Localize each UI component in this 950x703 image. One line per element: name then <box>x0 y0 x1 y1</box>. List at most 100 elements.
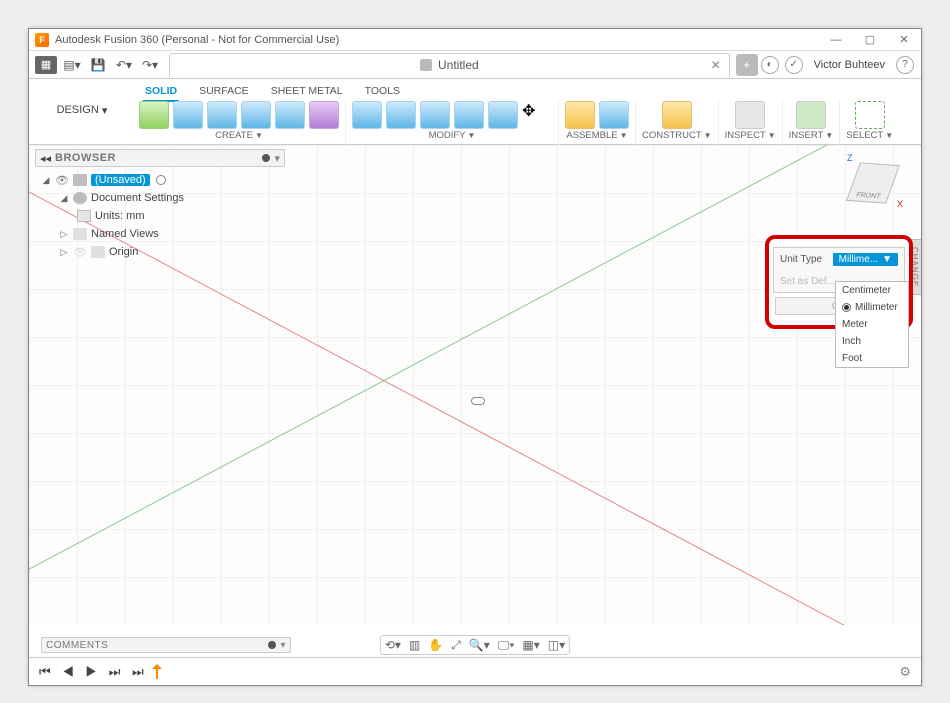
view-cube-face[interactable]: FRONT <box>846 162 900 203</box>
fit-icon[interactable]: 🔍▾ <box>469 638 490 652</box>
tab-surface[interactable]: SURFACE <box>197 83 251 102</box>
grid-settings-icon[interactable]: ▦▾ <box>522 638 539 652</box>
option-millimeter[interactable]: Millimeter <box>836 299 908 316</box>
revolve-icon[interactable] <box>241 101 271 129</box>
redo-icon[interactable]: ↷▾ <box>139 54 161 76</box>
look-at-icon[interactable]: ▥ <box>409 638 420 652</box>
orbit-icon[interactable]: ⟲▾ <box>385 638 401 652</box>
group-inspect-label[interactable]: INSPECT▼ <box>725 130 776 141</box>
tree-root-label: (Unsaved) <box>91 174 150 186</box>
tab-tools[interactable]: TOOLS <box>363 83 402 102</box>
shell-icon[interactable] <box>420 101 450 129</box>
new-sketch-icon[interactable] <box>139 101 169 129</box>
user-name[interactable]: Victor Buhteev <box>806 59 893 71</box>
browser-title: BROWSER <box>55 152 116 164</box>
timeline-marker[interactable] <box>156 665 158 679</box>
comments-options-icon[interactable] <box>268 641 276 649</box>
tree-root[interactable]: ◢ 👁 (Unsaved) <box>37 171 283 189</box>
display-settings-icon[interactable]: 🖵▾ <box>498 638 515 653</box>
expand-icon[interactable]: ◢ <box>41 175 51 186</box>
minimize-button[interactable]: — <box>819 29 853 51</box>
move-icon[interactable]: ✥ <box>522 101 552 129</box>
comments-close-icon[interactable]: ▾ <box>280 640 286 651</box>
new-tab-button[interactable]: + <box>736 54 758 76</box>
workspace-label: DESIGN <box>57 104 99 116</box>
group-assemble-label[interactable]: ASSEMBLE▼ <box>566 130 627 141</box>
set-default-label: Set as Def... <box>780 276 835 287</box>
group-inspect: INSPECT▼ <box>719 101 783 145</box>
browser-tree: ◢ 👁 (Unsaved) ◢ Document Settings Units:… <box>35 167 285 265</box>
unit-type-dropdown[interactable]: Millime...▼ <box>833 253 898 266</box>
page-icon <box>77 210 91 222</box>
tree-document-settings[interactable]: ◢ Document Settings <box>37 189 283 207</box>
zoom-icon[interactable]: ⤢ <box>451 638 461 653</box>
browser-close-icon[interactable]: ▾ <box>274 152 280 165</box>
document-tab[interactable]: Untitled ✕ <box>169 53 730 77</box>
view-cube[interactable]: Z FRONT X <box>843 153 903 213</box>
ribbon-body: CREATE▼ ✥ MODIFY▼ ASSEMBLE▼ <box>133 101 917 144</box>
viewports-icon[interactable]: ◫▾ <box>548 638 565 652</box>
workspace-switcher[interactable]: DESIGN ▾ <box>39 83 125 137</box>
group-insert-label[interactable]: INSERT▼ <box>789 130 834 141</box>
component-icon <box>73 174 87 186</box>
timeline-settings-icon[interactable]: ⚙ <box>899 664 911 680</box>
fillet-icon[interactable] <box>386 101 416 129</box>
browser-panel: ◂◂ BROWSER ▾ ◢ 👁 (Unsaved) ◢ Document Se… <box>35 149 285 265</box>
browser-options-icon[interactable] <box>262 154 270 162</box>
press-pull-icon[interactable] <box>352 101 382 129</box>
visibility-icon[interactable]: 👁 <box>73 246 87 259</box>
browser-header[interactable]: ◂◂ BROWSER ▾ <box>35 149 285 167</box>
file-menu-icon[interactable]: ▤▾ <box>61 54 83 76</box>
insert-icon[interactable] <box>796 101 826 129</box>
save-icon[interactable]: 💾 <box>87 54 109 76</box>
select-icon[interactable] <box>855 101 885 129</box>
maximize-button[interactable]: ▢ <box>853 29 887 51</box>
tab-close-icon[interactable]: ✕ <box>711 58 721 72</box>
tree-units[interactable]: Units: mm <box>37 207 283 225</box>
tab-sheet-metal[interactable]: SHEET METAL <box>269 83 345 102</box>
group-select-label[interactable]: SELECT▼ <box>846 130 893 141</box>
tree-origin[interactable]: ▷ 👁 Origin <box>37 243 283 261</box>
x-axis-label: X <box>897 199 903 209</box>
pan-icon[interactable]: ✋ <box>428 638 443 652</box>
group-modify-label[interactable]: MODIFY▼ <box>429 130 476 141</box>
option-inch[interactable]: Inch <box>836 333 908 350</box>
close-button[interactable]: ✕ <box>887 29 921 51</box>
group-modify: ✥ MODIFY▼ <box>346 101 559 145</box>
measure-icon[interactable] <box>735 101 765 129</box>
group-construct-label[interactable]: CONSTRUCT▼ <box>642 130 712 141</box>
group-insert: INSERT▼ <box>783 101 841 145</box>
visibility-icon[interactable]: 👁 <box>55 174 69 187</box>
titlebar: F Autodesk Fusion 360 (Personal - Not fo… <box>29 29 921 51</box>
option-centimeter[interactable]: Centimeter <box>836 282 908 299</box>
undo-icon[interactable]: ↶▾ <box>113 54 135 76</box>
plane-icon[interactable] <box>662 101 692 129</box>
comments-panel[interactable]: COMMENTS ▾ <box>41 637 291 653</box>
split-icon[interactable] <box>488 101 518 129</box>
origin-icon <box>471 397 485 405</box>
expand-icon[interactable]: ▷ <box>59 247 69 258</box>
expand-icon[interactable]: ▷ <box>59 229 69 240</box>
new-component-icon[interactable] <box>565 101 595 129</box>
box-icon[interactable] <box>173 101 203 129</box>
job-status-icon[interactable]: ✓ <box>785 56 803 74</box>
tree-named-views[interactable]: ▷ Named Views <box>37 225 283 243</box>
group-create-label[interactable]: CREATE▼ <box>215 130 263 141</box>
option-foot[interactable]: Foot <box>836 350 908 367</box>
extrude-icon[interactable] <box>207 101 237 129</box>
hole-icon[interactable] <box>275 101 305 129</box>
collapse-icon[interactable]: ◂◂ <box>40 152 51 165</box>
combine-icon[interactable] <box>454 101 484 129</box>
extensions-icon[interactable]: ◐ <box>761 56 779 74</box>
option-meter[interactable]: Meter <box>836 316 908 333</box>
timeline-controls[interactable]: ⏮ ◀ ▶ ⏭ ⏭ <box>39 664 148 680</box>
data-panel-icon[interactable]: ▦ <box>35 56 57 74</box>
activate-radio-icon[interactable] <box>156 175 166 185</box>
joint-icon[interactable] <box>599 101 629 129</box>
form-icon[interactable] <box>309 101 339 129</box>
navigation-bar: ⟲▾ ▥ ✋ ⤢ 🔍▾ 🖵▾ ▦▾ ◫▾ <box>380 635 570 655</box>
help-icon[interactable]: ? <box>896 56 914 74</box>
expand-icon[interactable]: ◢ <box>59 193 69 204</box>
tab-solid[interactable]: SOLID <box>143 83 179 102</box>
timeline: ⏮ ◀ ▶ ⏭ ⏭ ⚙ <box>29 657 921 685</box>
